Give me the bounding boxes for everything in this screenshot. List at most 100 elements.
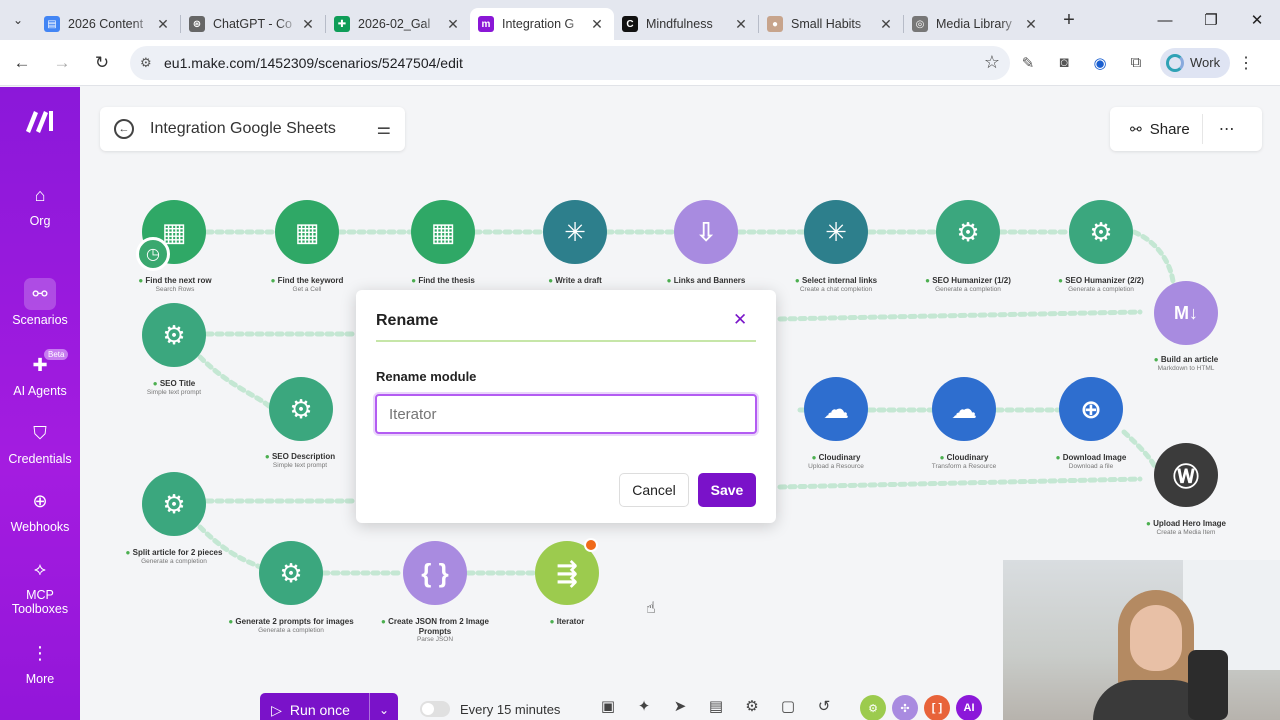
sidebar-item-more[interactable]: ⋮ More xyxy=(0,637,80,687)
module-cloudinary-transform[interactable]: ☁ xyxy=(932,377,996,441)
json-braces-icon: { } xyxy=(421,557,449,588)
module-label: ● Download Image Download a file xyxy=(1055,453,1127,470)
flow-shortcut-icon[interactable]: ✣ xyxy=(892,695,918,720)
new-tab-icon[interactable]: + xyxy=(1054,9,1084,32)
save-button[interactable]: Save xyxy=(698,473,756,507)
tab-search-icon[interactable]: ⌄ xyxy=(0,0,36,40)
run-options-chevron-icon[interactable]: ⌄ xyxy=(370,703,398,717)
module-label: ● SEO Description Simple text prompt xyxy=(264,452,336,469)
module-seo-title[interactable]: ⚙ xyxy=(142,303,206,367)
cancel-button[interactable]: Cancel xyxy=(619,473,689,507)
module-write-draft[interactable]: ✳ xyxy=(543,200,607,264)
close-tab-icon[interactable]: ✕ xyxy=(732,16,750,33)
flow-control-icon[interactable]: ➤ xyxy=(662,697,698,715)
module-create-json[interactable]: { } xyxy=(403,541,467,605)
cloudinary-icon: ☁ xyxy=(951,393,977,424)
module-find-keyword[interactable]: ▦ xyxy=(275,200,339,264)
module-download-image[interactable]: ⊕ xyxy=(1059,377,1123,441)
mcp-icon: ⟡ xyxy=(34,558,46,579)
perplexity-icon: ✳ xyxy=(825,216,847,247)
google-sheets-icon: ▦ xyxy=(430,216,456,247)
close-tab-icon[interactable]: ✕ xyxy=(299,16,317,33)
pen-extension-icon[interactable]: ✎ xyxy=(1010,45,1046,81)
magic-wand-icon[interactable]: ✦ xyxy=(626,697,662,715)
browser-menu-icon[interactable]: ⋮ xyxy=(1230,53,1262,73)
close-tab-icon[interactable]: ✕ xyxy=(877,16,895,33)
module-label: ● Generate 2 prompts for images Generate … xyxy=(228,617,354,634)
close-tab-icon[interactable]: ✕ xyxy=(444,16,462,33)
address-bar[interactable]: ⚙ eu1.make.com/1452309/scenarios/5247504… xyxy=(130,45,1010,80)
connector xyxy=(777,476,1143,490)
module-label: ● Cloudinary Transform a Resource xyxy=(931,453,997,470)
tools-shortcut-icon[interactable]: ⚙ xyxy=(860,695,886,720)
reload-icon[interactable]: ↻ xyxy=(84,45,120,81)
table-icon[interactable]: ▤ xyxy=(698,697,734,715)
forward-icon[interactable]: → xyxy=(44,45,80,81)
close-tab-icon[interactable]: ✕ xyxy=(1022,16,1040,33)
back-icon[interactable]: ← xyxy=(4,45,40,81)
rename-module-input[interactable] xyxy=(375,394,757,434)
sidebar-item-mcp-toolboxes[interactable]: ⟡ MCP Toolboxes xyxy=(0,553,80,617)
play-icon: ▷ xyxy=(271,701,282,718)
sidebar-item-webhooks[interactable]: ⊕ Webhooks xyxy=(0,485,80,535)
password-extension-icon[interactable]: ◉ xyxy=(1082,45,1118,81)
module-select-internal-links[interactable]: ✳ xyxy=(804,200,868,264)
browser-tab[interactable]: ⊛ ChatGPT - Co ✕ xyxy=(181,8,325,40)
sidebar-item-scenarios[interactable]: ⚯ Scenarios xyxy=(0,278,80,327)
sheets-favicon-icon: ✚ xyxy=(334,16,350,32)
browser-tab[interactable]: ● Small Habits ✕ xyxy=(759,8,903,40)
sidebar-item-credentials[interactable]: ⛉ Credentials xyxy=(0,417,80,467)
beta-badge: Beta xyxy=(44,349,69,360)
site-info-icon[interactable]: ⚙ xyxy=(140,55,164,71)
restore-icon[interactable]: ❐ xyxy=(1188,0,1234,40)
schedule-clock-badge[interactable]: ◷ xyxy=(136,237,170,271)
site-favicon-icon: C xyxy=(622,16,638,32)
run-once-button[interactable]: ▷ Run once ⌄ xyxy=(260,693,398,720)
browser-tab[interactable]: ▤ 2026 Content ✕ xyxy=(36,8,180,40)
sidebar-item-ai-agents[interactable]: ✚ Beta AI Agents xyxy=(0,349,80,398)
url-text[interactable]: eu1.make.com/1452309/scenarios/5247504/e… xyxy=(164,55,984,71)
module-links-banners[interactable]: ⇩ xyxy=(674,200,738,264)
sidebar-item-org[interactable]: ⌂ Org xyxy=(0,179,80,229)
module-seo-humanizer-2[interactable]: ⚙ xyxy=(1069,200,1133,264)
minimize-icon[interactable]: — xyxy=(1142,0,1188,40)
openai-icon: ⚙ xyxy=(279,557,303,588)
module-split-article[interactable]: ⚙ xyxy=(142,472,206,536)
browser-tab[interactable]: ✚ 2026-02_Gal ✕ xyxy=(326,8,470,40)
module-upload-hero-image[interactable]: Ⓦ xyxy=(1154,443,1218,507)
browser-tab[interactable]: ◎ Media Library ✕ xyxy=(904,8,1048,40)
bookmark-star-icon[interactable]: ☆ xyxy=(984,52,1000,73)
google-sheets-icon: ▦ xyxy=(294,216,320,247)
module-seo-humanizer-1[interactable]: ⚙ xyxy=(936,200,1000,264)
browser-tab-active[interactable]: m Integration G ✕ xyxy=(470,8,614,40)
module-label: ● Upload Hero Image Create a Media Item xyxy=(1146,519,1226,536)
ai-shortcut-icon[interactable]: AI xyxy=(956,695,982,720)
close-tab-icon[interactable]: ✕ xyxy=(154,16,172,33)
make-logo-icon[interactable] xyxy=(24,107,58,133)
extensions-puzzle-icon[interactable]: ⧉ xyxy=(1118,45,1154,81)
settings-gear-icon[interactable]: ⚙ xyxy=(734,697,770,715)
toolbar-app-shortcuts: ⚙ ✣ [ ] AI xyxy=(860,695,988,720)
module-find-thesis[interactable]: ▦ xyxy=(411,200,475,264)
cloudinary-icon: ☁ xyxy=(823,393,849,424)
history-icon[interactable]: ↺ xyxy=(806,697,842,715)
save-icon[interactable]: ▣ xyxy=(590,697,626,715)
module-cloudinary-upload[interactable]: ☁ xyxy=(804,377,868,441)
close-tab-icon[interactable]: ✕ xyxy=(588,16,606,33)
profile-chip[interactable]: Work xyxy=(1160,47,1231,78)
make-favicon-icon: m xyxy=(478,16,494,32)
camera-extension-icon[interactable]: ◙ xyxy=(1046,45,1082,81)
module-build-article[interactable]: M↓ xyxy=(1154,281,1218,345)
text-parser-shortcut-icon[interactable]: [ ] xyxy=(924,695,950,720)
module-label: ● Iterator xyxy=(549,617,585,626)
notes-icon[interactable]: ▢ xyxy=(770,697,806,715)
download-icon: ⇩ xyxy=(695,216,717,247)
close-icon[interactable]: ✕ xyxy=(733,310,747,330)
rename-field-label: Rename module xyxy=(376,369,477,384)
module-generate-prompts[interactable]: ⚙ xyxy=(259,541,323,605)
browser-tab[interactable]: C Mindfulness ✕ xyxy=(614,8,758,40)
close-window-icon[interactable]: ✕ xyxy=(1234,0,1280,40)
schedule-toggle[interactable] xyxy=(420,701,450,717)
schedule-control[interactable]: Every 15 minutes xyxy=(420,701,560,717)
module-seo-description[interactable]: ⚙ xyxy=(269,377,333,441)
